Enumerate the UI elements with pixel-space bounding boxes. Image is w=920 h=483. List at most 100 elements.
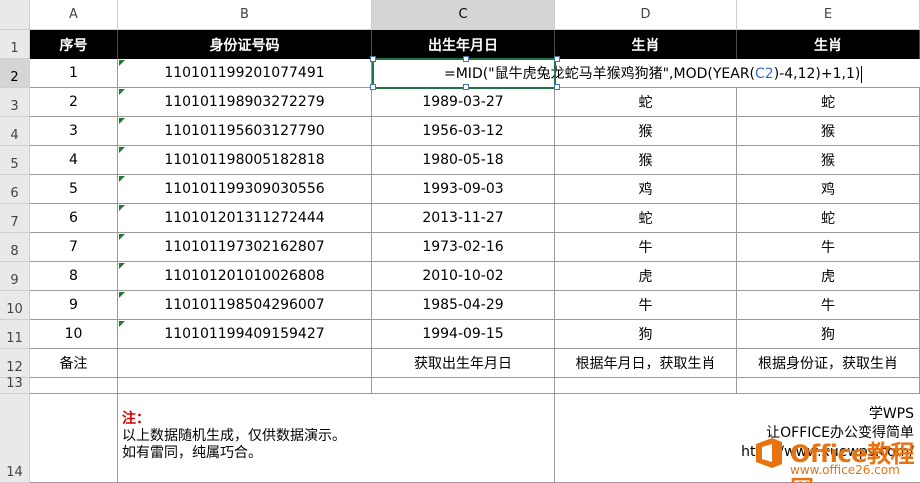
cell-d9[interactable]: 虎 — [555, 262, 737, 291]
cell-a5[interactable]: 4 — [30, 146, 118, 175]
cell-b13[interactable] — [118, 378, 372, 394]
row-header-10[interactable]: 10 — [0, 291, 30, 320]
cell-e13[interactable] — [737, 378, 920, 394]
cell-d8[interactable]: 牛 — [555, 233, 737, 262]
cell-e5[interactable]: 猴 — [737, 146, 920, 175]
cell-e6[interactable]: 鸡 — [737, 175, 920, 204]
cell-d5[interactable]: 猴 — [555, 146, 737, 175]
cell-d4[interactable]: 猴 — [555, 117, 737, 146]
cell-b3-text: 110101198903272279 — [164, 94, 325, 110]
header-cell-c[interactable]: 出生年月日 — [372, 30, 555, 59]
text-number-indicator-icon — [119, 321, 125, 327]
cell-c9[interactable]: 2010-10-02 — [372, 262, 555, 291]
cell-d6[interactable]: 鸡 — [555, 175, 737, 204]
cell-c4[interactable]: 1956-03-12 — [372, 117, 555, 146]
cell-a9[interactable]: 8 — [30, 262, 118, 291]
cell-d5-text: 猴 — [638, 153, 653, 169]
remark-cell-d[interactable]: 根据年月日，获取生肖 — [555, 349, 737, 378]
cell-c5[interactable]: 1980-05-18 — [372, 146, 555, 175]
row-header-13[interactable]: 13 — [0, 376, 30, 394]
cell-a2[interactable]: 1 — [30, 59, 118, 88]
cell-b10[interactable]: 110101198504296007 — [118, 291, 372, 320]
cell-e4[interactable]: 猴 — [737, 117, 920, 146]
cell-a11[interactable]: 10 — [30, 320, 118, 349]
row-header-2[interactable]: 2 — [0, 59, 30, 88]
cell-c13[interactable] — [372, 378, 555, 394]
cell-b3[interactable]: 110101198903272279 — [118, 88, 372, 117]
cell-b2[interactable]: 110101199201077491 — [118, 59, 372, 88]
cell-d7[interactable]: 蛇 — [555, 204, 737, 233]
row-number: 5 — [10, 157, 19, 172]
remark-cell-e[interactable]: 根据身份证，获取生肖 — [737, 349, 920, 378]
header-cell-e[interactable]: 生肖 — [737, 30, 920, 59]
cell-e4-text: 猴 — [821, 124, 835, 140]
column-header-a[interactable]: A — [30, 0, 118, 30]
cell-b4[interactable]: 110101195603127790 — [118, 117, 372, 146]
cell-c7[interactable]: 2013-11-27 — [372, 204, 555, 233]
row-number: 13 — [6, 376, 23, 391]
row-header-1[interactable]: 1 — [0, 30, 30, 59]
row-header-9[interactable]: 9 — [0, 262, 30, 291]
cell-b7[interactable]: 110101201311272444 — [118, 204, 372, 233]
header-cell-a[interactable]: 序号 — [30, 30, 118, 59]
cell-c3[interactable]: 1989-03-27 — [372, 88, 555, 117]
remark-cell-c[interactable]: 获取出生年月日 — [372, 349, 555, 378]
cell-e10[interactable]: 牛 — [737, 291, 920, 320]
cell-e3[interactable]: 蛇 — [737, 88, 920, 117]
cell-a10[interactable]: 9 — [30, 291, 118, 320]
row-header-8[interactable]: 8 — [0, 233, 30, 262]
formula-text[interactable]: =MID("鼠牛虎兔龙蛇马羊猴鸡狗猪",MOD(YEAR(C2)-4,12)+1… — [444, 63, 920, 83]
column-header-e[interactable]: E — [737, 0, 920, 30]
remark-cell-b[interactable] — [118, 349, 372, 378]
column-header-d[interactable]: D — [555, 0, 737, 30]
cell-c6[interactable]: 1993-09-03 — [372, 175, 555, 204]
cell-b6[interactable]: 110101199309030556 — [118, 175, 372, 204]
cell-b9[interactable]: 110101201010026808 — [118, 262, 372, 291]
cell-a7[interactable]: 6 — [30, 204, 118, 233]
row-header-6[interactable]: 6 — [0, 175, 30, 204]
row-header-3[interactable]: 3 — [0, 88, 30, 117]
remark-cell-d-text: 根据年月日，获取生肖 — [575, 356, 716, 372]
cell-e9[interactable]: 虎 — [737, 262, 920, 291]
watermark: Office教程网 www.office26.com — [752, 434, 916, 483]
row-header-5[interactable]: 5 — [0, 146, 30, 175]
cell-b5[interactable]: 110101198005182818 — [118, 146, 372, 175]
row-header-4[interactable]: 4 — [0, 117, 30, 146]
cell-a3[interactable]: 2 — [30, 88, 118, 117]
header-cell-b[interactable]: 身份证号码 — [118, 30, 372, 59]
cell-a4[interactable]: 3 — [30, 117, 118, 146]
cell-e7[interactable]: 蛇 — [737, 204, 920, 233]
note-title: 注： — [122, 411, 150, 427]
cell-d10[interactable]: 牛 — [555, 291, 737, 320]
row-header-12[interactable]: 12 — [0, 349, 30, 378]
cell-d13[interactable] — [555, 378, 737, 394]
remark-cell-a[interactable]: 备注 — [30, 349, 118, 378]
cell-b11[interactable]: 110101199409159427 — [118, 320, 372, 349]
cell-c11-text: 1994-09-15 — [422, 326, 504, 342]
header-cell-d[interactable]: 生肖 — [555, 30, 737, 59]
cell-c10[interactable]: 1985-04-29 — [372, 291, 555, 320]
cell-a13[interactable] — [30, 378, 118, 394]
header-cell-d-text: 生肖 — [631, 37, 660, 54]
cell-e8[interactable]: 牛 — [737, 233, 920, 262]
cell-a14[interactable] — [30, 394, 118, 483]
row-header-11[interactable]: 11 — [0, 320, 30, 349]
column-header-c[interactable]: C — [372, 0, 555, 30]
select-all-corner[interactable] — [0, 0, 30, 30]
cell-a8[interactable]: 7 — [30, 233, 118, 262]
cell-d11[interactable]: 狗 — [555, 320, 737, 349]
row-header-7[interactable]: 7 — [0, 204, 30, 233]
cell-c8[interactable]: 1973-02-16 — [372, 233, 555, 262]
column-header-b[interactable]: B — [118, 0, 372, 30]
row-header-14[interactable]: 14 — [0, 394, 30, 483]
cell-e11[interactable]: 狗 — [737, 320, 920, 349]
cell-d9-text: 虎 — [638, 269, 653, 285]
cell-b8[interactable]: 110101197302162807 — [118, 233, 372, 262]
cell-a6[interactable]: 5 — [30, 175, 118, 204]
cell-c4-text: 1956-03-12 — [422, 123, 504, 139]
cell-d3[interactable]: 蛇 — [555, 88, 737, 117]
cell-a3-text: 2 — [69, 94, 78, 110]
cell-c2-editing[interactable]: =MID("鼠牛虎兔龙蛇马羊猴鸡狗猪",MOD(YEAR(C2)-4,12)+1… — [372, 59, 920, 88]
cell-c11[interactable]: 1994-09-15 — [372, 320, 555, 349]
row-number: 14 — [6, 465, 23, 480]
